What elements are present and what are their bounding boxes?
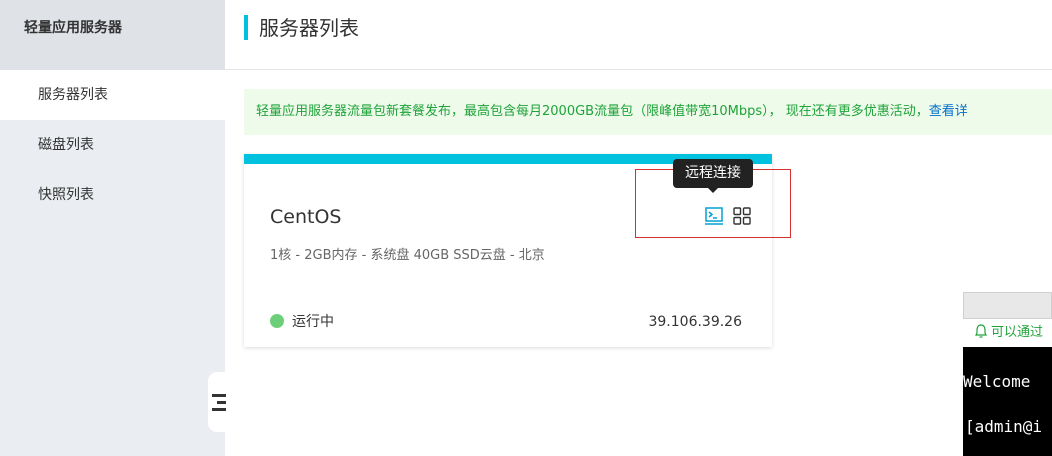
notice-text: 轻量应用服务器流量包新套餐发布，最高包含每月2000GB流量包（限峰值带宽10M… [256, 104, 929, 119]
status-text: 运行中 [292, 314, 334, 330]
terminal-line-welcome: Welcome [963, 372, 1031, 391]
page-title: 服务器列表 [259, 16, 359, 40]
sidebar-collapse-button[interactable] [208, 372, 226, 432]
page-header: 服务器列表 [225, 0, 1052, 70]
sidebar-title: 轻量应用服务器 [0, 0, 225, 70]
status-indicator [270, 314, 284, 328]
server-spec: 1核 - 2GB内存 - 系统盘 40GB SSD云盘 - 北京 [270, 248, 545, 263]
bell-icon [975, 324, 987, 338]
terminal-hint: 可以通过 [963, 319, 1052, 347]
terminal-line-prompt: [admin@i [965, 417, 1043, 436]
notice-link[interactable]: 查看详 [929, 104, 968, 119]
server-name[interactable]: CentOS [270, 206, 341, 228]
collapse-icon [212, 394, 226, 411]
terminal-screen[interactable]: Welcome [admin@i [963, 347, 1052, 456]
server-ip: 39.106.39.26 [648, 314, 742, 330]
sidebar-item-server-list[interactable]: 服务器列表 [0, 70, 225, 120]
terminal-window[interactable]: 可以通过 Welcome [admin@i [963, 292, 1052, 456]
title-accent-bar [244, 15, 248, 40]
sidebar: 轻量应用服务器 服务器列表 磁盘列表 快照列表 [0, 0, 225, 456]
terminal-hint-text: 可以通过 [991, 325, 1044, 340]
tooltip-arrow [707, 187, 719, 193]
terminal-title-bar[interactable] [963, 292, 1052, 319]
remote-connect-tooltip: 远程连接 [673, 159, 753, 188]
promo-notice: 轻量应用服务器流量包新套餐发布，最高包含每月2000GB流量包（限峰值带宽10M… [244, 89, 1052, 135]
sidebar-item-disk-list[interactable]: 磁盘列表 [0, 120, 225, 170]
sidebar-item-snapshot-list[interactable]: 快照列表 [0, 170, 225, 220]
